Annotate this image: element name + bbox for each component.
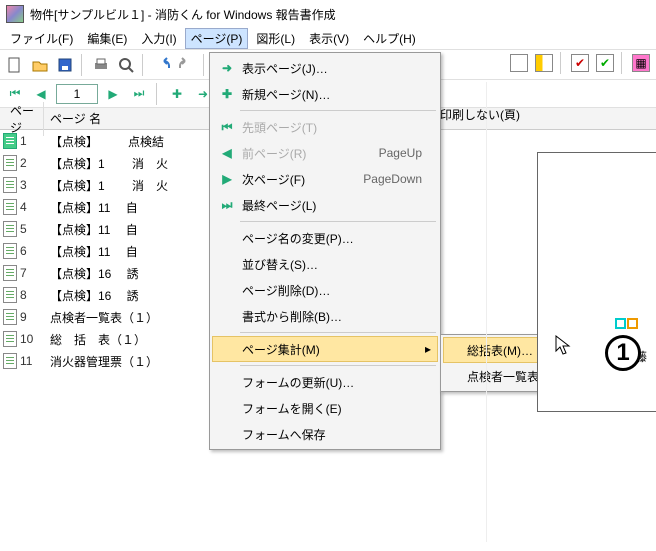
page-icon [3,199,17,215]
last-icon: ⏭ [216,198,238,213]
menu-separator [240,365,436,366]
toolbar-right: ✔ ✔ ▦ [508,52,652,74]
menu-page-aggregate[interactable]: ページ集計(M)▸ [212,336,438,362]
add-page-icon[interactable]: ✚ [166,83,188,105]
check-green-icon[interactable]: ✔ [594,52,616,74]
menubar: ファイル(F) 編集(E) 入力(I) ページ(P) 図形(L) 表示(V) ヘ… [0,28,656,50]
page-number-input[interactable] [56,84,98,104]
app-icon [6,5,24,23]
titlebar: 物件[サンプルビル１] - 消防くん for Windows 報告書作成 [0,0,656,28]
separator [203,54,207,76]
menu-form-open[interactable]: フォームを開く(E) [212,395,438,421]
first-icon: ⏮ [216,120,238,135]
menu-file[interactable]: ファイル(F) [4,28,79,49]
menu-separator [240,110,436,111]
menu-help[interactable]: ヘルプ(H) [357,28,422,49]
swatch-orange [627,318,638,329]
grid-icon[interactable]: ▦ [630,52,652,74]
menu-delete-style[interactable]: 書式から削除(B)… [212,303,438,329]
prev-icon: ◀ [216,146,238,160]
color-swatches [615,318,638,329]
page-icon [3,177,17,193]
window-title: 物件[サンプルビル１] - 消防くん for Windows 報告書作成 [30,6,336,23]
menu-edit[interactable]: 編集(E) [81,28,133,49]
new-icon[interactable] [4,54,26,76]
menu-new-page[interactable]: ✚新規ページ(N)… [212,81,438,107]
open-icon[interactable] [29,54,51,76]
menu-form-save[interactable]: フォームへ保存 [212,421,438,447]
menu-input[interactable]: 入力(I) [135,28,182,49]
next-page-icon[interactable]: ▶ [102,83,124,105]
submenu-arrow-icon: ▸ [425,342,431,356]
page-icon [3,221,17,237]
next-icon: ▶ [216,172,238,186]
swatch-cyan [615,318,626,329]
menu-first-page: ⏮先頭ページ(T) [212,114,438,140]
separator [142,54,146,76]
menu-last-page[interactable]: ⏭最終ページ(L) [212,192,438,218]
header-page: ページ [0,102,44,136]
menu-view[interactable]: 表示(V) [303,28,355,49]
save-icon[interactable] [54,54,76,76]
redo-icon[interactable] [176,54,198,76]
page-icon [3,353,17,369]
cursor-icon [555,335,571,355]
menu-display-page[interactable]: ➜表示ページ(J)… [212,55,438,81]
doc-page [537,152,656,412]
page-icon [3,243,17,259]
menu-shape[interactable]: 図形(L) [250,28,301,49]
page-menu-dropdown: ➜表示ページ(J)… ✚新規ページ(N)… ⏮先頭ページ(T) ◀前ページ(R)… [209,52,441,450]
panel-icon[interactable] [533,52,555,74]
page-icon [3,133,17,149]
page-icon [3,155,17,171]
print-icon[interactable] [90,54,112,76]
add-icon: ✚ [216,87,238,101]
layout-icon[interactable] [508,52,530,74]
preview-icon[interactable] [115,54,137,76]
undo-icon[interactable] [151,54,173,76]
page-icon [3,287,17,303]
menu-form-update[interactable]: フォームの更新(U)… [212,369,438,395]
separator [560,52,564,74]
menu-delete-page[interactable]: ページ削除(D)… [212,277,438,303]
menu-page[interactable]: ページ(P) [185,28,249,49]
page-icon [3,309,17,325]
menu-separator [240,221,436,222]
menu-next-page[interactable]: ▶次ページ(F)PageDown [212,166,438,192]
last-page-icon[interactable]: ⏭ [128,83,150,105]
menu-prev-page: ◀前ページ(R)PageUp [212,140,438,166]
page-icon [3,331,17,347]
annotation-one: 1 [605,335,641,371]
page-icon [3,265,17,281]
menu-sort-pages[interactable]: 並び替え(S)… [212,251,438,277]
header-pagename: ページ 名 [44,110,101,127]
document-preview: 別記様式第１ [486,82,656,542]
separator [81,54,85,76]
menu-separator [240,332,436,333]
jump-icon: ➜ [216,61,238,75]
separator [621,52,625,74]
print-none-label: 印刷しない(頁) [440,106,520,123]
menu-rename-page[interactable]: ページ名の変更(P)… [212,225,438,251]
separator [156,83,160,105]
check-red-icon[interactable]: ✔ [569,52,591,74]
